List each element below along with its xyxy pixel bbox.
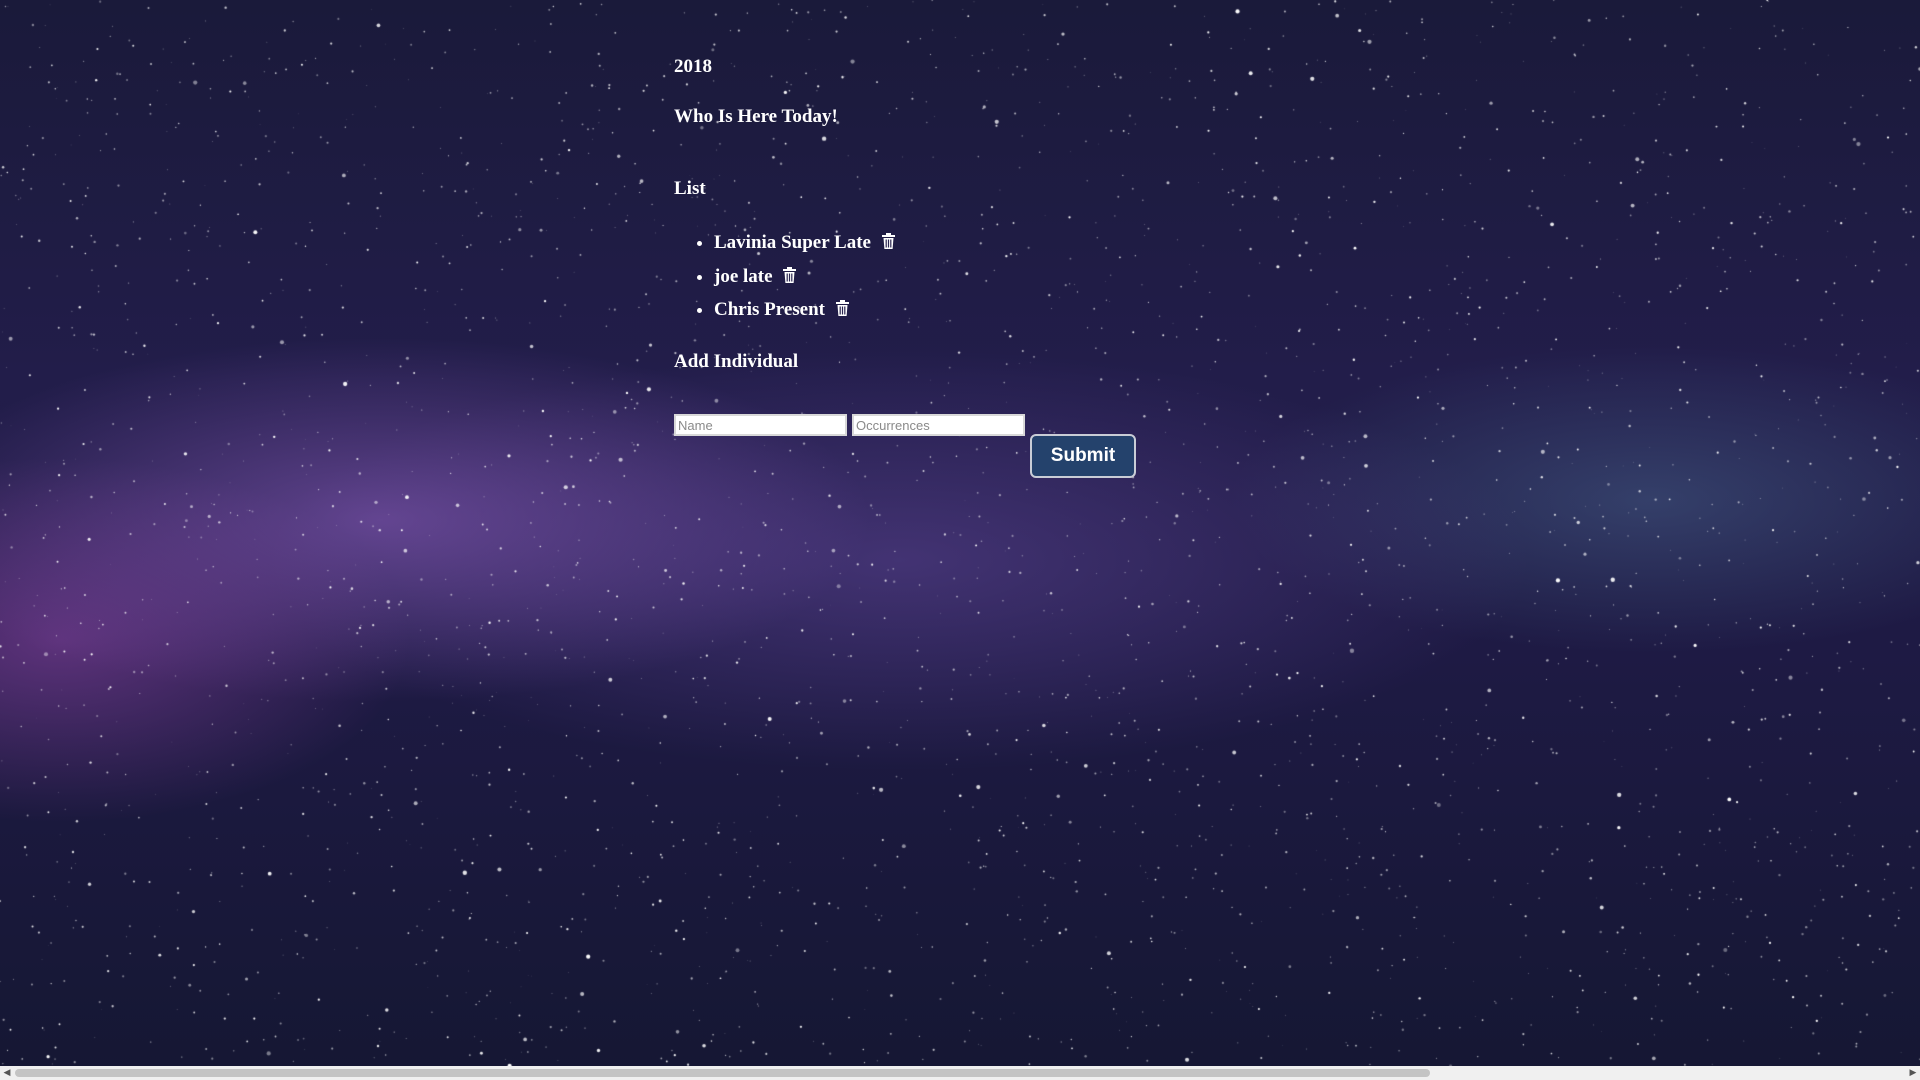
person-name: Lavinia (714, 232, 777, 253)
year-heading: 2018 (674, 56, 712, 77)
list-item: Lavinia Super Late (714, 226, 895, 260)
add-individual-form: Submit (674, 414, 1154, 484)
trash-icon[interactable] (783, 261, 797, 295)
starry-sky-background (0, 0, 1920, 1066)
person-name: Chris (714, 299, 760, 320)
scroll-right-icon[interactable]: ▶ (1906, 1066, 1920, 1080)
list-item: joe late (714, 260, 895, 294)
person-name: joe (714, 265, 739, 287)
name-input[interactable] (674, 414, 847, 436)
list-item: Chris Present (714, 293, 895, 327)
scrollbar-thumb[interactable] (15, 1069, 1430, 1077)
person-status: Super Late (781, 232, 871, 253)
horizontal-scrollbar[interactable]: ◀ ▶ (0, 1066, 1920, 1080)
trash-icon[interactable] (881, 227, 895, 261)
attendance-list: Lavinia Super Late joe late (674, 226, 895, 327)
add-individual-heading: Add Individual (674, 351, 799, 372)
list-heading: List (674, 178, 706, 199)
scroll-left-icon[interactable]: ◀ (0, 1066, 14, 1080)
trash-icon[interactable] (835, 294, 849, 328)
submit-button[interactable]: Submit (1030, 434, 1136, 478)
occurrences-input[interactable] (852, 414, 1025, 436)
person-status: Present (764, 299, 826, 320)
person-status: late (743, 265, 773, 287)
page-title: Who Is Here Today! (674, 106, 838, 127)
